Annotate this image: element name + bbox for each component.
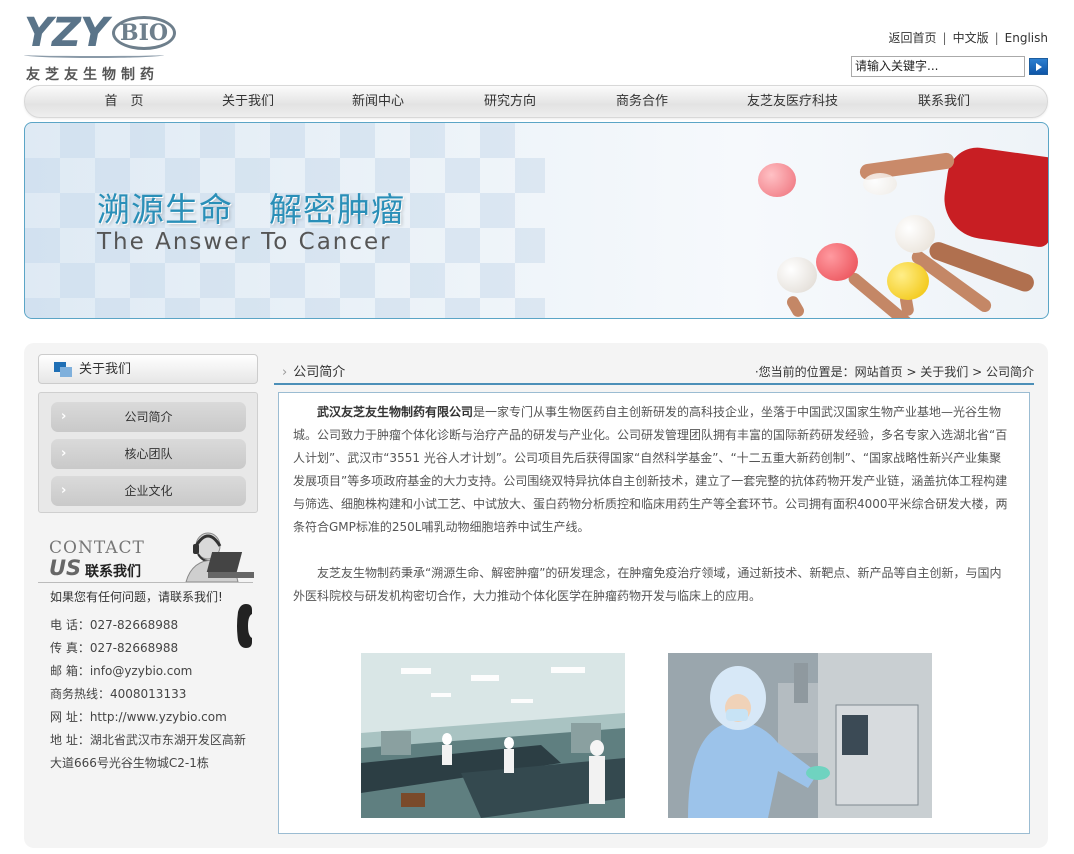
banner-subtitle: The Answer To Cancer <box>97 229 392 255</box>
sidebar-item-core-team[interactable]: › 核心团队 <box>51 439 246 469</box>
banner-balloon <box>863 173 897 195</box>
chevron-right-icon: › <box>61 409 67 424</box>
title-rule <box>274 383 1034 385</box>
contact-heading-cn: 联系我们 <box>85 564 141 580</box>
banner-balloon <box>895 215 935 253</box>
banner-red-shirt <box>939 143 1048 249</box>
page-title: › 公司简介 <box>282 361 345 380</box>
telephone-icon <box>237 604 252 648</box>
contact-divider <box>38 582 253 583</box>
breadcrumb: ·您当前的位置是：网站首页 > 关于我们 > 公司简介 <box>754 365 1034 379</box>
logo-brand-suffix: BIO <box>112 16 176 50</box>
mission-paragraph: 友芝友生物制药秉承“溯源生命、解密肿瘤”的研发理念，在肿瘤免疫治疗领域，通过新技… <box>293 566 1002 603</box>
banner-balloon <box>758 163 796 197</box>
banner-balloon <box>887 262 929 300</box>
contact-heading-en: CONTACT <box>49 538 145 558</box>
banner-arm <box>784 294 807 318</box>
logo-company-name: 友芝友生物制药 <box>26 67 159 83</box>
logo-swoosh <box>24 52 164 58</box>
lab-photo <box>361 653 625 818</box>
contact-website[interactable]: 网 址：http://www.yzybio.com <box>50 708 227 725</box>
contact-phone: 电 话：027-82668988 <box>50 618 179 632</box>
top-link-separator: | <box>994 31 999 45</box>
home-link[interactable]: 返回首页 <box>889 29 937 46</box>
nav-item-research[interactable]: 研究方向 <box>475 86 545 117</box>
nav-item-business[interactable]: 商务合作 <box>607 86 677 117</box>
sidebar-item-label: 核心团队 <box>124 447 173 461</box>
article-box: 武汉友芝友生物制药有限公司是一家专门从事生物医药自主创新研发的高科技企业，坐落于… <box>278 392 1030 834</box>
contact-address-line2: 大道666号光谷生物城C2-1栋 <box>50 756 209 770</box>
contact-intro: 如果您有任何问题，请联系我们! <box>50 590 223 604</box>
company-name: 武汉友芝友生物制药有限公司 <box>317 405 474 419</box>
about-squares-icon-part <box>60 367 72 377</box>
intro-paragraph: 武汉友芝友生物制药有限公司是一家专门从事生物医药自主创新研发的高科技企业，坐落于… <box>293 401 1013 539</box>
top-link-separator: | <box>942 31 947 45</box>
search-input[interactable]: 请输入关键字... <box>851 56 1025 77</box>
page: YZY BIO 友芝友生物制药 返回首页 | 中文版 | English 请输入关键字.… <box>0 0 1074 854</box>
contact-hotline: 商务热线：4008013133 <box>50 687 187 701</box>
hero-banner: 溯源生命 解密肿瘤 The Answer To Cancer <box>24 122 1049 319</box>
contact-email[interactable]: 邮 箱：info@yzybio.com <box>50 662 192 679</box>
intro-body: 是一家专门从事生物医药自主创新研发的高科技企业，坐落于中国武汉国家生物产业基地—… <box>293 405 1008 534</box>
nav-item-contact[interactable]: 联系我们 <box>909 86 979 117</box>
sidebar-item-label: 公司简介 <box>124 410 173 424</box>
chevron-right-icon: › <box>61 483 67 498</box>
technician-photo <box>668 653 932 818</box>
site-logo[interactable]: YZY BIO 友芝友生物制药 <box>24 8 184 83</box>
operator-headset-icon <box>185 532 254 582</box>
nav-item-about[interactable]: 关于我们 <box>213 86 283 117</box>
banner-balloon <box>777 257 817 293</box>
banner-balloon <box>816 243 858 281</box>
page-title-text: 公司简介 <box>293 365 346 380</box>
nav-item-news[interactable]: 新闻中心 <box>343 86 413 117</box>
contact-heading-us: US <box>49 556 82 580</box>
banner-title: 溯源生命 解密肿瘤 <box>97 183 405 231</box>
sidebar-title-box: 关于我们 <box>38 354 258 384</box>
banner-title-right: 解密肿瘤 <box>269 190 405 229</box>
logo-brand: YZY <box>24 10 109 56</box>
search-arrow-icon[interactable] <box>1029 58 1048 75</box>
nav-item-medical-tech[interactable]: 友芝友医疗科技 <box>735 86 850 117</box>
top-links: 返回首页 | 中文版 | English <box>889 29 1048 46</box>
contact-fax: 传 真：027-82668988 <box>50 641 179 655</box>
chevron-right-icon: › <box>61 446 67 461</box>
contact-address: 地 址：湖北省武汉市东湖开发区高新 <box>50 733 246 747</box>
sidebar-item-culture[interactable]: › 企业文化 <box>51 476 246 506</box>
english-link[interactable]: English <box>1005 31 1048 45</box>
banner-title-left: 溯源生命 <box>97 190 233 229</box>
sidebar-title: 关于我们 <box>79 362 132 377</box>
chinese-link[interactable]: 中文版 <box>953 29 989 46</box>
main-nav: 首 页 关于我们 新闻中心 研究方向 商务合作 友芝友医疗科技 联系我们 <box>24 85 1048 118</box>
sidebar-item-label: 企业文化 <box>124 484 173 498</box>
nav-item-home[interactable]: 首 页 <box>99 86 149 117</box>
chevron-right-icon: › <box>282 365 288 380</box>
sidebar-menu: › 公司简介 › 核心团队 › 企业文化 <box>38 392 258 513</box>
sidebar-item-company-profile[interactable]: › 公司简介 <box>51 402 246 432</box>
